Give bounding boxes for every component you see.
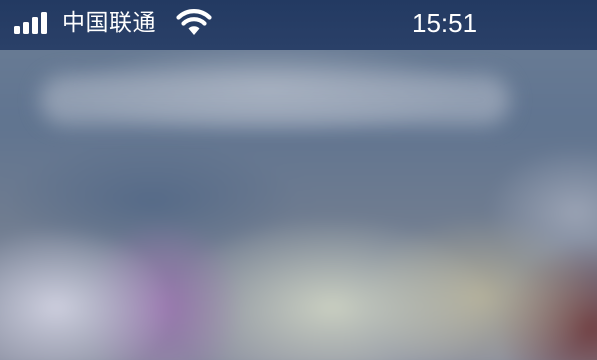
blurred-search-bar <box>40 75 510 125</box>
blurred-app-content <box>0 0 597 360</box>
phone-screen: 中国联通 15:51 <box>0 0 597 360</box>
status-time: 15:51 <box>412 8 478 38</box>
wifi-icon <box>176 9 212 35</box>
carrier-name: 中国联通 <box>62 10 156 36</box>
cellular-signal-icon <box>14 12 52 34</box>
status-bar: 中国联通 15:51 <box>0 0 597 50</box>
